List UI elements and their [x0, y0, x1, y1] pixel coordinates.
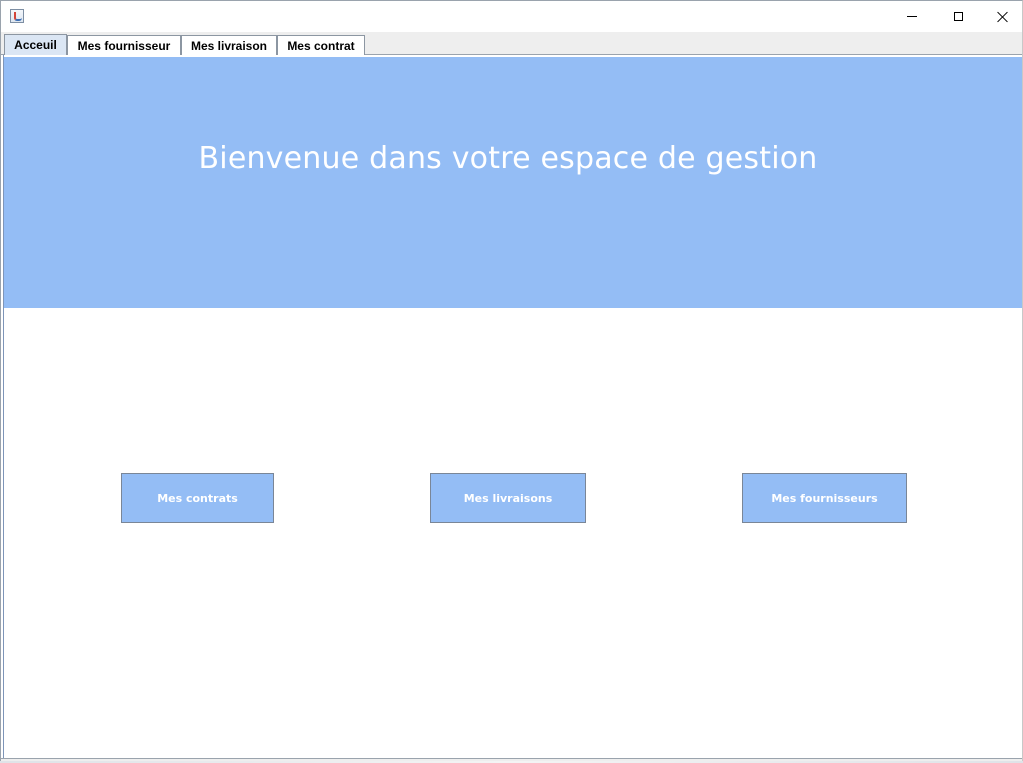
home-panel: Bienvenue dans votre espace de gestion M… [3, 55, 1022, 758]
maximize-icon [953, 12, 963, 21]
tab-bar: Acceuil Mes fournisseur Mes livraison Me… [1, 32, 1022, 55]
mes-contrats-button[interactable]: Mes contrats [121, 473, 274, 523]
welcome-banner: Bienvenue dans votre espace de gestion [4, 57, 1022, 308]
maximize-button[interactable] [935, 1, 981, 32]
app-window: Acceuil Mes fournisseur Mes livraison Me… [0, 0, 1023, 763]
tab-mes-contrat[interactable]: Mes contrat [277, 35, 365, 55]
tab-mes-livraison[interactable]: Mes livraison [181, 35, 277, 55]
minimize-icon [907, 16, 917, 17]
tab-acceuil[interactable]: Acceuil [4, 34, 67, 55]
close-button[interactable] [980, 1, 1022, 32]
welcome-title: Bienvenue dans votre espace de gestion [198, 141, 818, 176]
mes-fournisseurs-button[interactable]: Mes fournisseurs [742, 473, 907, 523]
title-bar[interactable] [1, 1, 1022, 32]
minimize-button[interactable] [889, 1, 935, 32]
java-cup-icon[interactable] [10, 9, 24, 23]
close-icon [997, 11, 1009, 23]
mes-livraisons-button[interactable]: Mes livraisons [430, 473, 586, 523]
tab-mes-fournisseur[interactable]: Mes fournisseur [67, 35, 181, 55]
